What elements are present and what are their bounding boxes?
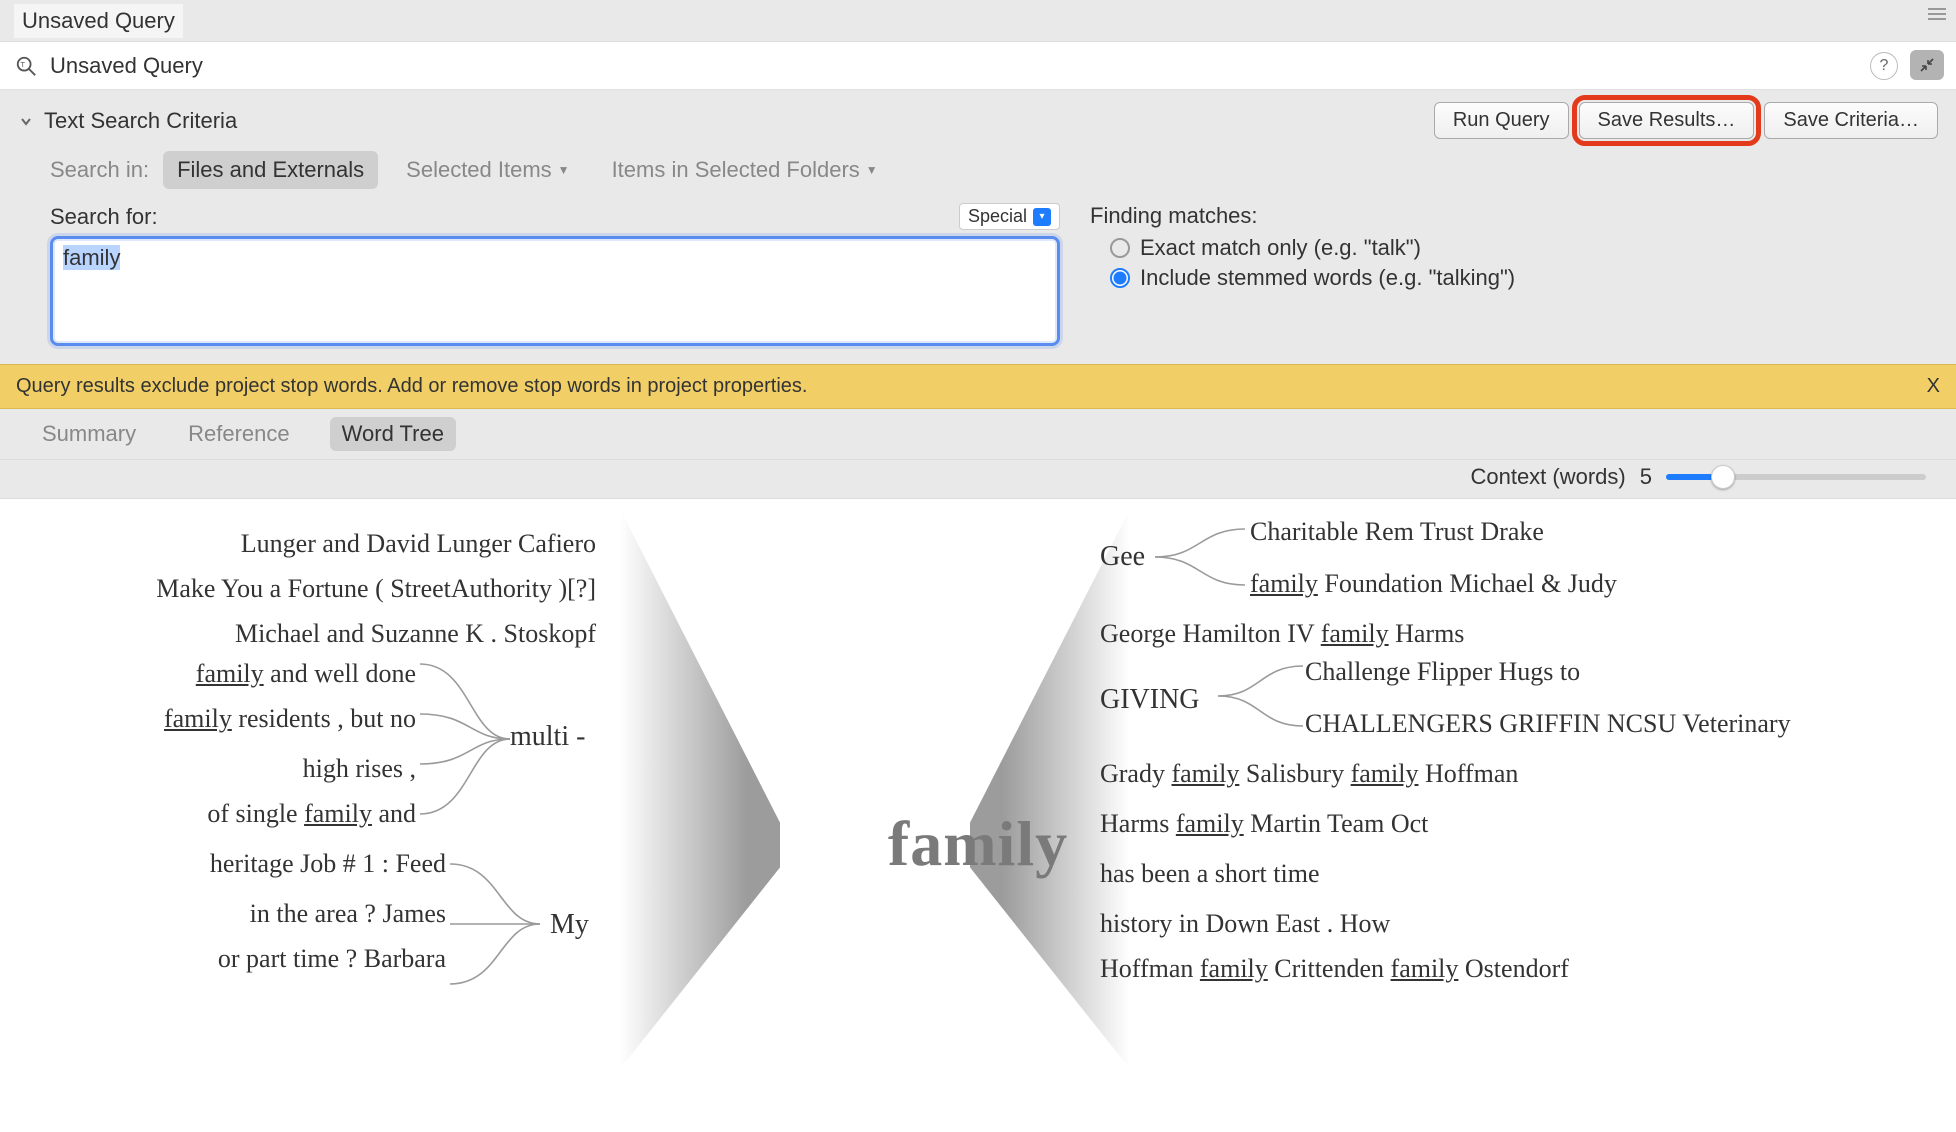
wt-left-node[interactable]: family and well done xyxy=(196,659,416,689)
wt-right-node[interactable]: Charitable Rem Trust Drake xyxy=(1250,517,1544,547)
save-criteria-button[interactable]: Save Criteria… xyxy=(1764,102,1938,139)
wt-right-node[interactable]: has been a short time xyxy=(1100,859,1320,889)
search-for-label: Search for: xyxy=(50,204,158,230)
search-query-input[interactable]: family xyxy=(50,236,1060,346)
tab-word-tree[interactable]: Word Tree xyxy=(330,417,456,451)
word-tree-right-trunk xyxy=(970,509,1130,1069)
wt-left-node[interactable]: in the area ? James xyxy=(250,899,446,929)
wt-right-node[interactable]: Hoffman family Crittenden family Ostendo… xyxy=(1100,954,1569,984)
word-tree-visualization[interactable]: Lunger and David Lunger Cafiero Make You… xyxy=(0,499,1956,1129)
wt-left-branch-label[interactable]: multi - xyxy=(510,721,585,753)
text-search-icon: T xyxy=(14,54,38,78)
wt-right-node[interactable]: family Foundation Michael & Judy xyxy=(1250,569,1617,599)
search-in-selected-folders[interactable]: Items in Selected Folders ▼ xyxy=(598,151,892,189)
search-for-section: Search for: Special▾ family Finding matc… xyxy=(0,199,1956,364)
wt-left-node[interactable]: high rises , xyxy=(303,754,416,784)
wt-connector-icon xyxy=(430,849,550,1009)
radio-exact-match[interactable]: Exact match only (e.g. "talk") xyxy=(1110,235,1906,261)
context-slider[interactable] xyxy=(1666,474,1926,480)
collapse-panel-icon[interactable] xyxy=(1910,50,1944,80)
query-header-bar: T Unsaved Query ? xyxy=(0,42,1956,90)
chevron-down-icon: ▾ xyxy=(1033,208,1051,226)
wt-left-node[interactable]: heritage Job # 1 : Feed xyxy=(210,849,446,879)
wt-left-node[interactable]: or part time ? Barbara xyxy=(218,944,446,974)
warning-text: Query results exclude project stop words… xyxy=(16,375,807,398)
wt-connector-icon xyxy=(1150,517,1250,597)
wt-right-node[interactable]: Challenge Flipper Hugs to xyxy=(1305,657,1580,687)
word-tree-left-trunk xyxy=(620,509,780,1069)
run-query-button[interactable]: Run Query xyxy=(1434,102,1569,139)
radio-stemmed-label: Include stemmed words (e.g. "talking") xyxy=(1140,265,1515,291)
finding-matches-group: Finding matches: Exact match only (e.g. … xyxy=(1090,203,1906,346)
wt-connector-icon xyxy=(400,649,520,829)
wt-left-node[interactable]: Make You a Fortune ( StreetAuthority )[?… xyxy=(156,574,596,604)
wt-right-node[interactable]: George Hamilton IV family Harms xyxy=(1100,619,1464,649)
wt-left-branch-label[interactable]: My xyxy=(550,909,589,941)
search-in-files-externals[interactable]: Files and Externals xyxy=(163,151,378,189)
wt-left-node[interactable]: of single family and xyxy=(207,799,416,829)
wt-right-node[interactable]: history in Down East . How xyxy=(1100,909,1390,939)
hamburger-menu-icon[interactable] xyxy=(1928,8,1946,20)
save-results-button[interactable]: Save Results… xyxy=(1579,102,1755,139)
finding-matches-title: Finding matches: xyxy=(1090,203,1906,229)
tab-reference[interactable]: Reference xyxy=(176,417,302,451)
svg-text:T: T xyxy=(21,59,26,68)
slider-thumb[interactable] xyxy=(1711,465,1735,489)
wt-connector-icon xyxy=(1215,654,1305,739)
query-name: Unsaved Query xyxy=(50,53,203,79)
wt-right-node[interactable]: Harms family Martin Team Oct xyxy=(1100,809,1428,839)
window-title-bar: Unsaved Query xyxy=(0,0,1956,42)
help-button[interactable]: ? xyxy=(1870,52,1898,80)
special-dropdown[interactable]: Special▾ xyxy=(959,203,1060,230)
wt-left-node[interactable]: Lunger and David Lunger Cafiero xyxy=(241,529,596,559)
context-value: 5 xyxy=(1640,464,1652,490)
search-in-row: Search in: Files and Externals Selected … xyxy=(0,147,1956,199)
stop-words-warning: Query results exclude project stop words… xyxy=(0,364,1956,409)
radio-exact-label: Exact match only (e.g. "talk") xyxy=(1140,235,1421,261)
window-title: Unsaved Query xyxy=(14,4,183,38)
radio-icon xyxy=(1110,238,1130,258)
context-label: Context (words) xyxy=(1470,464,1625,490)
criteria-toolbar: Text Search Criteria Run Query Save Resu… xyxy=(0,90,1956,147)
wt-right-node[interactable]: Grady family Salisbury family Hoffman xyxy=(1100,759,1518,789)
search-in-label: Search in: xyxy=(50,157,149,183)
wt-right-branch-label[interactable]: Gee xyxy=(1100,541,1145,573)
results-tabs: Summary Reference Word Tree xyxy=(0,409,1956,460)
chevron-down-icon: ▼ xyxy=(558,163,570,177)
word-tree-root[interactable]: family xyxy=(888,807,1068,881)
wt-right-branch-label[interactable]: GIVING xyxy=(1100,684,1200,716)
close-warning-button[interactable]: X xyxy=(1927,375,1940,398)
search-in-selected-items[interactable]: Selected Items ▼ xyxy=(392,151,583,189)
chevron-down-icon: ▼ xyxy=(866,163,878,177)
wt-left-node[interactable]: Michael and Suzanne K . Stoskopf xyxy=(235,619,596,649)
radio-stemmed[interactable]: Include stemmed words (e.g. "talking") xyxy=(1110,265,1906,291)
tab-summary[interactable]: Summary xyxy=(30,417,148,451)
radio-checked-icon xyxy=(1110,268,1130,288)
wt-right-node[interactable]: CHALLENGERS GRIFFIN NCSU Veterinary xyxy=(1305,709,1791,739)
collapse-criteria-chevron-icon[interactable] xyxy=(18,113,34,129)
wt-left-node[interactable]: family residents , but no xyxy=(164,704,416,734)
context-bar: Context (words) 5 xyxy=(0,460,1956,499)
criteria-title: Text Search Criteria xyxy=(44,108,237,134)
